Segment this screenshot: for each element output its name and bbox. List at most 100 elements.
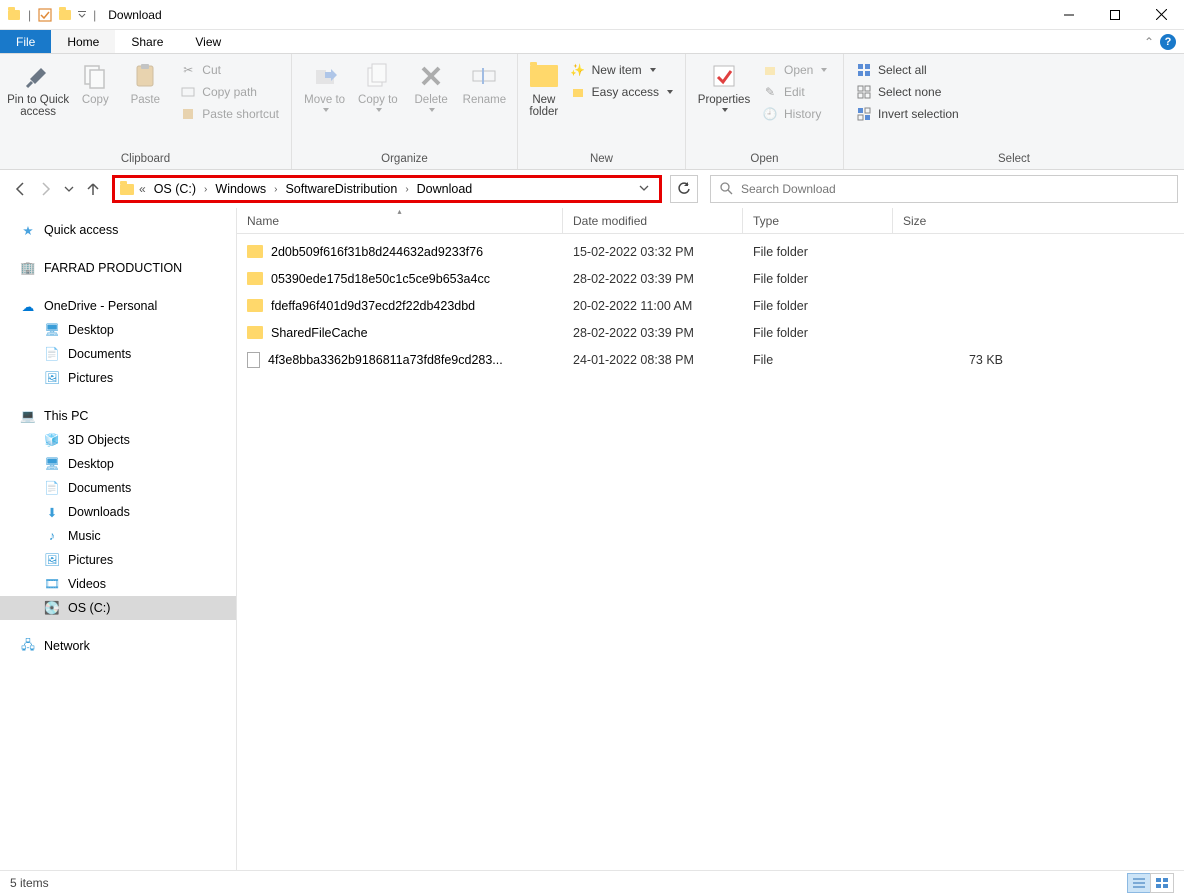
column-date[interactable]: Date modified xyxy=(563,208,743,233)
cube-icon: 🧊 xyxy=(44,432,60,448)
thumbnails-view-button[interactable] xyxy=(1150,873,1174,893)
copy-icon xyxy=(79,60,111,92)
column-size[interactable]: Size xyxy=(893,208,1013,233)
paste-shortcut-button[interactable]: Paste shortcut xyxy=(174,104,285,124)
easy-access-button[interactable]: Easy access xyxy=(564,82,679,102)
move-to-button[interactable]: Move to xyxy=(298,58,351,112)
item-count: 5 items xyxy=(10,876,49,890)
group-open-label: Open xyxy=(686,151,843,169)
sidebar-od-desktop[interactable]: 🖥Desktop xyxy=(0,318,236,342)
breadcrumb-download[interactable]: Download xyxy=(413,182,477,196)
delete-button[interactable]: Delete xyxy=(405,58,458,112)
sidebar-onedrive[interactable]: ☁OneDrive - Personal xyxy=(0,294,236,318)
sidebar-desktop[interactable]: 🖥Desktop xyxy=(0,452,236,476)
breadcrumb-os[interactable]: OS (C:) xyxy=(150,182,200,196)
sidebar-music[interactable]: ♪Music xyxy=(0,524,236,548)
column-name[interactable]: Name▴ xyxy=(237,208,563,233)
help-icon[interactable]: ? xyxy=(1160,34,1176,50)
qat-dropdown-icon[interactable] xyxy=(77,7,87,23)
chevron-right-icon[interactable]: › xyxy=(403,184,410,195)
pc-icon: 💻 xyxy=(20,408,36,424)
folder-icon xyxy=(247,272,263,285)
sidebar-pictures[interactable]: 🖼Pictures xyxy=(0,548,236,572)
copy-button[interactable]: Copy xyxy=(70,58,120,106)
invert-selection-button[interactable]: Invert selection xyxy=(850,104,965,124)
forward-button[interactable] xyxy=(34,178,56,200)
properties-button[interactable]: Properties xyxy=(692,58,756,112)
file-icon xyxy=(247,352,260,368)
desktop-icon: 🖥 xyxy=(44,456,60,472)
pin-to-quick-access-button[interactable]: Pin to Quick access xyxy=(6,58,70,118)
select-none-button[interactable]: Select none xyxy=(850,82,965,102)
select-all-button[interactable]: Select all xyxy=(850,60,965,80)
collapse-ribbon-icon[interactable]: ⌃ xyxy=(1144,35,1154,49)
breadcrumb-softwaredistribution[interactable]: SoftwareDistribution xyxy=(281,182,401,196)
group-clipboard-label: Clipboard xyxy=(0,151,291,169)
sidebar-farrad[interactable]: 🏢FARRAD PRODUCTION xyxy=(0,256,236,280)
history-button[interactable]: 🕘 History xyxy=(756,104,833,124)
new-folder-button[interactable]: New folder xyxy=(524,58,564,118)
desktop-icon: 🖥 xyxy=(44,322,60,338)
cut-button[interactable]: ✂ Cut xyxy=(174,60,285,80)
copy-path-icon xyxy=(180,84,196,100)
chevron-right-icon[interactable]: › xyxy=(272,184,279,195)
new-item-button[interactable]: ✨ New item xyxy=(564,60,679,80)
minimize-button[interactable] xyxy=(1046,0,1092,30)
group-new-label: New xyxy=(518,151,685,169)
new-folder-icon xyxy=(528,60,560,92)
sort-ascending-icon: ▴ xyxy=(397,207,401,216)
sidebar-downloads[interactable]: ⬇Downloads xyxy=(0,500,236,524)
rename-button[interactable]: Rename xyxy=(458,58,511,106)
qat-folder-icon[interactable] xyxy=(57,7,73,23)
sidebar-3d-objects[interactable]: 🧊3D Objects xyxy=(0,428,236,452)
sidebar-network[interactable]: 🖧Network xyxy=(0,634,236,658)
file-list: Name▴ Date modified Type Size 2d0b509f61… xyxy=(237,208,1184,870)
sidebar-od-pictures[interactable]: 🖼Pictures xyxy=(0,366,236,390)
details-view-button[interactable] xyxy=(1127,873,1151,893)
table-row[interactable]: SharedFileCache 28-02-2022 03:39 PM File… xyxy=(237,319,1184,346)
table-row[interactable]: fdeffa96f401d9d37ecd2f22db423dbd 20-02-2… xyxy=(237,292,1184,319)
pictures-icon: 🖼 xyxy=(44,370,60,386)
sidebar-od-documents[interactable]: 📄Documents xyxy=(0,342,236,366)
star-icon: ★ xyxy=(20,222,36,238)
tab-share[interactable]: Share xyxy=(115,30,179,53)
column-type[interactable]: Type xyxy=(743,208,893,233)
sidebar-quick-access[interactable]: ★Quick access xyxy=(0,218,236,242)
breadcrumb-windows[interactable]: Windows xyxy=(211,182,270,196)
address-dropdown-icon[interactable] xyxy=(633,182,655,196)
paste-button[interactable]: Paste xyxy=(120,58,170,106)
maximize-button[interactable] xyxy=(1092,0,1138,30)
back-button[interactable] xyxy=(10,178,32,200)
sidebar-os-c[interactable]: 💽OS (C:) xyxy=(0,596,236,620)
app-folder-icon xyxy=(6,7,22,23)
open-button[interactable]: Open xyxy=(756,60,833,80)
rename-icon xyxy=(468,60,500,92)
history-icon: 🕘 xyxy=(762,106,778,122)
tab-home[interactable]: Home xyxy=(51,30,115,53)
up-button[interactable] xyxy=(82,178,104,200)
recent-locations-button[interactable] xyxy=(58,178,80,200)
address-folder-icon xyxy=(119,181,135,197)
edit-button[interactable]: ✎ Edit xyxy=(756,82,833,102)
select-all-icon xyxy=(856,62,872,78)
cut-icon: ✂ xyxy=(180,62,196,78)
close-button[interactable] xyxy=(1138,0,1184,30)
table-row[interactable]: 4f3e8bba3362b9186811a73fd8fe9cd283... 24… xyxy=(237,346,1184,373)
refresh-button[interactable] xyxy=(670,175,698,203)
table-row[interactable]: 2d0b509f616f31b8d244632ad9233f76 15-02-2… xyxy=(237,238,1184,265)
tab-file[interactable]: File xyxy=(0,30,51,53)
paste-icon xyxy=(129,60,161,92)
chevron-right-icon[interactable]: › xyxy=(202,184,209,195)
qat-checkbox-icon[interactable] xyxy=(37,7,53,23)
sidebar-videos[interactable]: 🎞Videos xyxy=(0,572,236,596)
search-input[interactable]: Search Download xyxy=(710,175,1178,203)
table-row[interactable]: 05390ede175d18e50c1c5ce9b653a4cc 28-02-2… xyxy=(237,265,1184,292)
tab-view[interactable]: View xyxy=(179,30,237,53)
tab-bar: File Home Share View ⌃ ? xyxy=(0,30,1184,54)
sidebar-this-pc[interactable]: 💻This PC xyxy=(0,404,236,428)
address-bar[interactable]: « OS (C:) › Windows › SoftwareDistributi… xyxy=(112,175,662,203)
cloud-icon: ☁ xyxy=(20,298,36,314)
copy-to-button[interactable]: Copy to xyxy=(351,58,404,112)
copy-path-button[interactable]: Copy path xyxy=(174,82,285,102)
sidebar-documents[interactable]: 📄Documents xyxy=(0,476,236,500)
